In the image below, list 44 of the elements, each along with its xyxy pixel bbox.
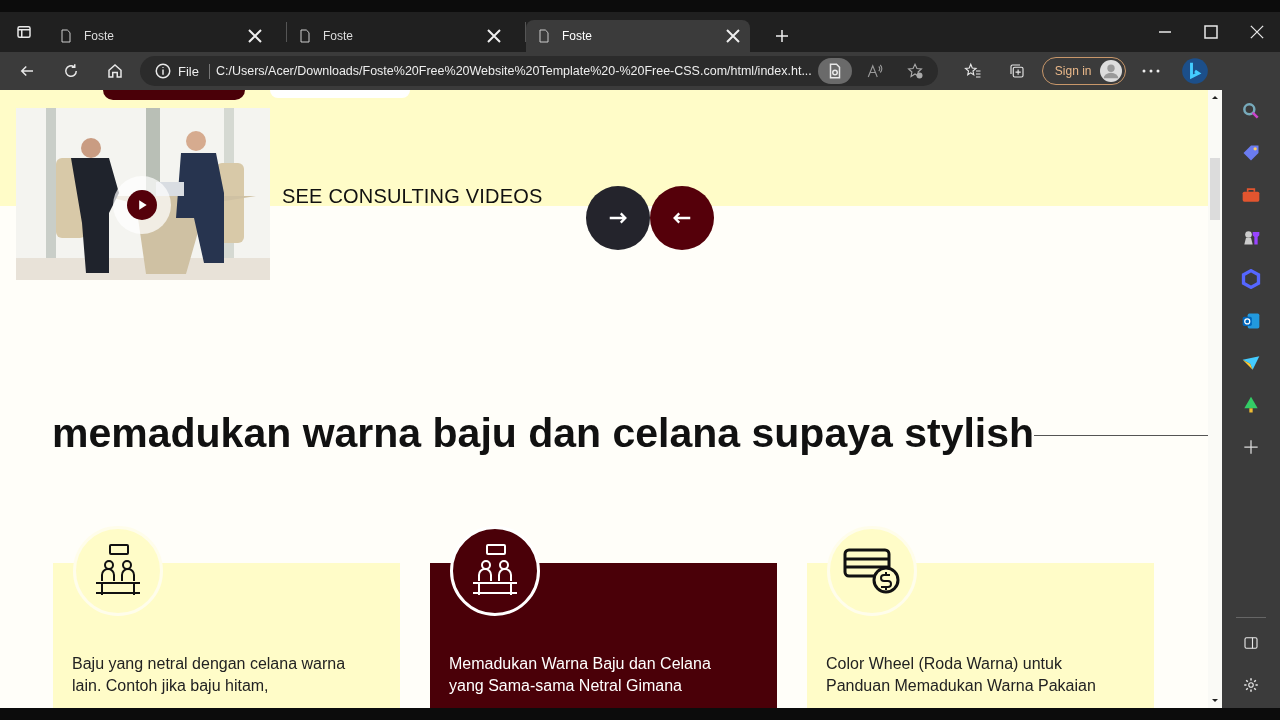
bing-icon (1180, 57, 1209, 85)
browser-tab[interactable]: Foste (526, 20, 750, 52)
scroll-up-icon[interactable] (1211, 94, 1219, 102)
section-title: memadukan warna baju dan celana supaya stylish (52, 410, 1035, 457)
maximize-icon (1204, 25, 1218, 39)
home-icon (106, 62, 124, 80)
money-icon (842, 546, 902, 596)
toolbox-icon (1241, 185, 1261, 205)
plus-icon[interactable] (773, 27, 791, 45)
site-scheme: File (178, 63, 210, 79)
star-plus-icon (905, 62, 924, 80)
video-link-text: SEE CONSULTING VIDEOS (282, 185, 543, 208)
collections-icon (1007, 62, 1026, 80)
close-icon[interactable] (726, 29, 740, 43)
play-icon (127, 190, 157, 220)
card-text: Memadukan Warna Baju dan Celana yang Sama-sama Netral Gimana (449, 654, 712, 696)
url-text: C:/Users/Acer/Downloads/Foste%20Free%20Website%20Template%20-%20Free-CSS.com/html/index.ht... (215, 64, 812, 78)
browser-tab[interactable]: Foste (287, 20, 511, 52)
info-icon[interactable] (154, 62, 172, 80)
tab-actions-icon[interactable] (15, 23, 33, 41)
card-text: Baju yang netral dengan celana warna lain. Contoh jika baju hitam, (72, 654, 347, 696)
page-icon (58, 28, 74, 44)
browser-tab[interactable]: Foste (48, 20, 272, 52)
plus-icon (1241, 437, 1261, 457)
close-icon (1250, 25, 1264, 39)
tag-icon (1241, 143, 1261, 163)
close-icon[interactable] (248, 29, 262, 43)
search-icon (1241, 101, 1261, 121)
close-icon[interactable] (487, 29, 501, 43)
more-icon (1141, 69, 1160, 73)
page-icon (536, 28, 552, 44)
page-icon (297, 28, 313, 44)
read-aloud-icon (865, 62, 884, 80)
scrollbar-thumb[interactable] (1210, 158, 1220, 220)
panel-icon (1242, 634, 1260, 652)
button-edge[interactable] (103, 90, 245, 100)
scroll-down-icon[interactable] (1211, 696, 1219, 704)
address-bar[interactable]: File C:/Users/Acer/Downloads/Foste%20Free%20Website%20Template%20-%20Free-CSS.com/html/index.ht... (140, 56, 938, 86)
settings-icon (1242, 676, 1260, 694)
star-list-icon (963, 62, 982, 80)
avatar-icon (1099, 60, 1122, 82)
mail-icon (1241, 311, 1261, 331)
refresh-icon (62, 62, 80, 80)
card-text: Color Wheel (Roda Warna) untuk Panduan Memadukan Warna Pakaian (826, 654, 1097, 696)
